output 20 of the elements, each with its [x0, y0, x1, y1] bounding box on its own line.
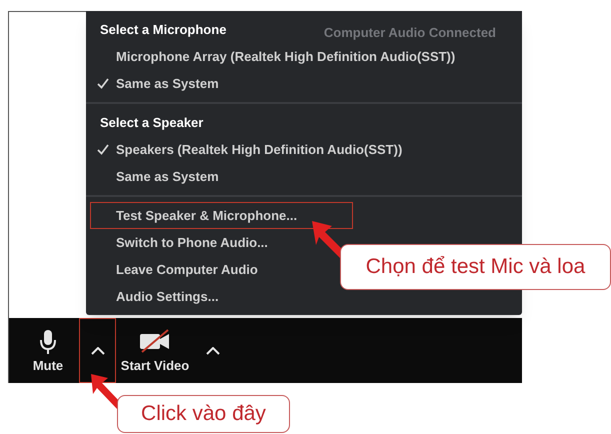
- callout: Click vào đây: [117, 395, 290, 433]
- caret-button[interactable]: [79, 318, 116, 383]
- menu-item[interactable]: Microphone Array (Realtek High Definition Audio(SST)): [90, 43, 464, 70]
- menu-item[interactable]: Same as System: [90, 70, 228, 97]
- caret-up-icon: [90, 346, 104, 354]
- menu-item[interactable]: Audio Settings...: [90, 283, 228, 310]
- start-video-button[interactable]: Start Video: [118, 318, 192, 383]
- mute-button[interactable]: Mute: [19, 318, 77, 383]
- menu-heading: Select a Speaker: [100, 114, 204, 132]
- camera-off-icon: [138, 329, 172, 353]
- menu-item[interactable]: Test Speaker & Microphone...: [90, 202, 353, 229]
- status-text: Computer Audio Connected: [324, 24, 496, 42]
- menu-item[interactable]: Same as System: [90, 163, 228, 190]
- menu-item[interactable]: Speakers (Realtek High Definition Audio(SST)): [90, 136, 412, 163]
- microphone-icon: [39, 329, 57, 355]
- menu-heading: Select a Microphone: [100, 20, 226, 39]
- callout: Chọn để test Mic và loa: [340, 244, 611, 290]
- menu-item[interactable]: Leave Computer Audio: [90, 256, 267, 283]
- caret-up-icon: [206, 346, 220, 354]
- menu-item[interactable]: Switch to Phone Audio...: [90, 229, 277, 256]
